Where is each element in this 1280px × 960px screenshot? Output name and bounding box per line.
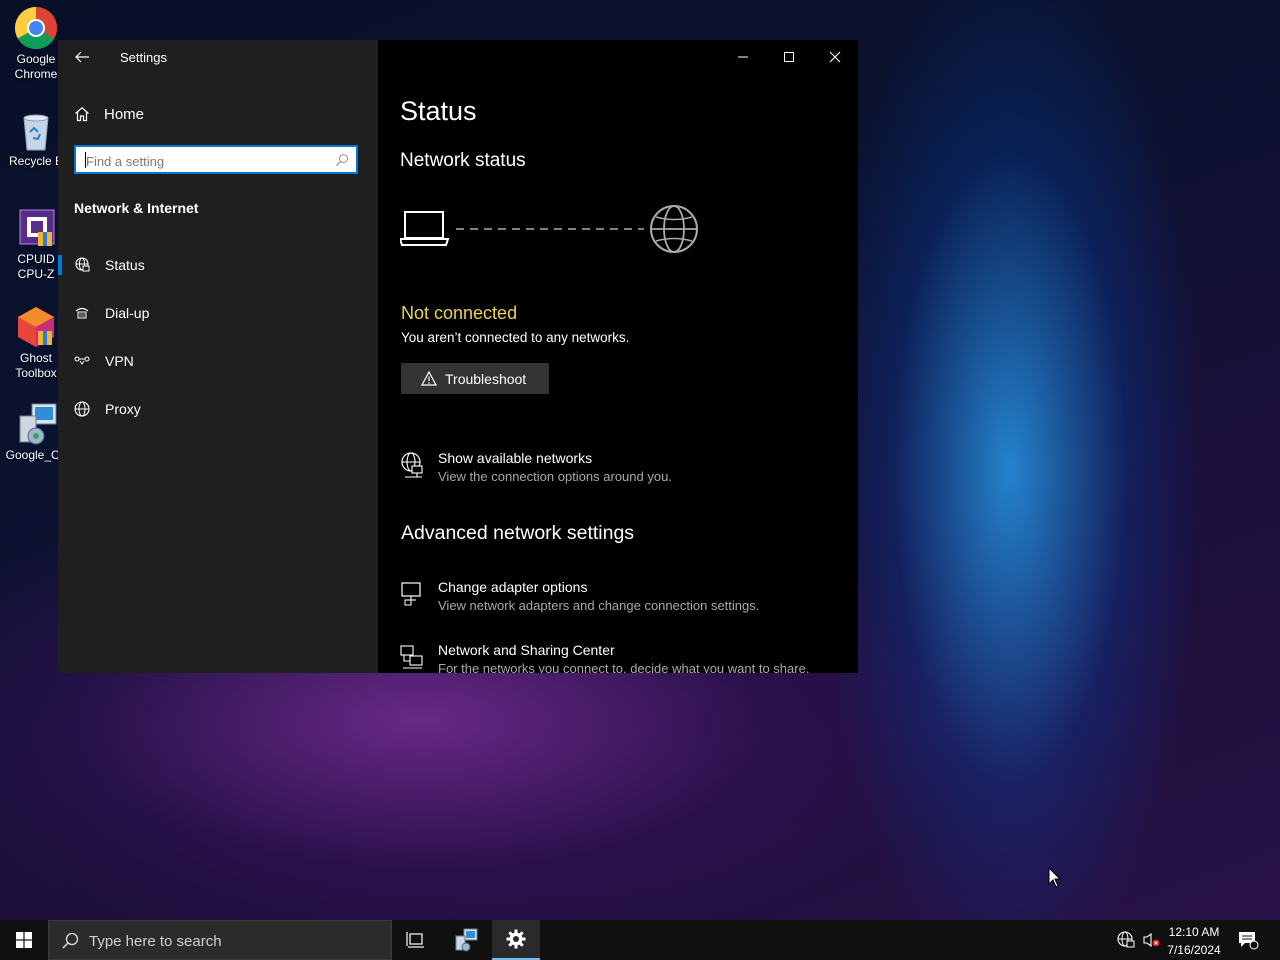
recycle-bin-icon [14, 108, 58, 152]
home-icon [75, 107, 89, 122]
laptop-icon [398, 211, 450, 246]
back-arrow-icon [75, 51, 89, 63]
settings-sidebar: Home Network & Internet Status [58, 40, 378, 673]
sidebar-item-vpn[interactable]: VPN [58, 339, 378, 383]
back-button[interactable] [70, 48, 94, 66]
maximize-icon [784, 52, 794, 62]
text-caret [85, 152, 86, 168]
sidebar-item-dialup[interactable]: Dial-up [58, 291, 378, 335]
notification-icon [1239, 932, 1259, 950]
status-globe-icon [75, 257, 90, 272]
sidebar-item-label: VPN [105, 353, 134, 369]
find-setting-input[interactable] [84, 151, 328, 171]
sidebar-item-label: Status [105, 257, 145, 273]
sidebar-item-label: Proxy [105, 401, 141, 417]
chrome-icon [14, 6, 58, 50]
sidebar-item-proxy[interactable]: Proxy [58, 387, 378, 431]
network-diagram [398, 202, 700, 263]
taskbar-search-placeholder: Type here to search [89, 933, 222, 950]
window-title: Settings [120, 50, 167, 65]
clock-time: 12:10 AM [1168, 925, 1220, 939]
installer-icon [14, 402, 58, 446]
link-title: Show available networks [438, 450, 593, 466]
dialup-icon [75, 307, 89, 319]
link-description: View the connection options around you. [438, 469, 672, 484]
sidebar-item-home[interactable]: Home [74, 104, 144, 124]
settings-content: Status Network status Not connected You … [378, 40, 858, 673]
search-icon [62, 932, 79, 949]
volume-muted-icon [1143, 932, 1160, 948]
windows-logo-icon [16, 932, 32, 948]
sidebar-item-status[interactable]: Status [58, 243, 378, 287]
minimize-button[interactable] [720, 40, 766, 74]
search-icon [336, 153, 349, 166]
find-setting-search[interactable] [74, 145, 358, 174]
sharing-center-icon [400, 645, 423, 669]
page-title: Status [400, 96, 477, 126]
troubleshoot-button[interactable]: Troubleshoot [401, 363, 549, 394]
active-indicator [58, 255, 62, 275]
adapter-icon [401, 582, 421, 606]
taskbar-app-settings[interactable] [492, 920, 540, 960]
network-globe-tray-icon [1117, 931, 1135, 948]
link-title: Network and Sharing Center [438, 642, 615, 658]
network-globe-icon [401, 452, 423, 478]
vpn-icon [74, 356, 90, 365]
clock-date: 7/16/2024 [1167, 943, 1221, 957]
troubleshoot-label: Troubleshoot [445, 370, 527, 387]
network-status-heading: Network status [400, 150, 526, 171]
action-center-button[interactable] [1228, 920, 1268, 960]
warning-icon [421, 371, 437, 386]
close-icon [829, 51, 841, 63]
home-label: Home [104, 105, 145, 123]
cpuz-icon [14, 206, 58, 250]
advanced-settings-heading: Advanced network settings [401, 522, 635, 544]
link-description: View network adapters and change connect… [438, 598, 760, 613]
connection-detail: You aren’t connected to any networks. [401, 330, 630, 345]
sidebar-item-label: Dial-up [105, 305, 150, 321]
taskbar-app-installer[interactable] [442, 920, 490, 960]
maximize-button[interactable] [766, 40, 812, 74]
taskbar: Type here to search 12:10 AM 7/16/2024 [0, 920, 1280, 960]
task-view-button[interactable] [392, 920, 440, 960]
link-title: Change adapter options [438, 579, 588, 595]
mouse-cursor-icon [1048, 867, 1062, 888]
proxy-globe-icon [74, 401, 90, 417]
taskbar-search-box[interactable]: Type here to search [48, 920, 392, 960]
start-button[interactable] [0, 920, 48, 960]
link-description: For the networks you connect to, decide … [438, 661, 810, 673]
installer-icon [455, 928, 478, 952]
minimize-icon [738, 56, 748, 58]
internet-globe-icon [650, 205, 698, 253]
title-bar: Settings [58, 40, 858, 74]
section-title: Network & Internet [74, 200, 199, 216]
settings-window: Home Network & Internet Status [58, 40, 858, 673]
task-view-icon [406, 932, 424, 948]
connection-state: Not connected [401, 303, 518, 323]
tray-clock[interactable]: 12:10 AM 7/16/2024 [1162, 923, 1226, 959]
close-button[interactable] [812, 40, 858, 74]
ghost-toolbox-icon [14, 305, 58, 349]
gear-icon [506, 929, 526, 949]
